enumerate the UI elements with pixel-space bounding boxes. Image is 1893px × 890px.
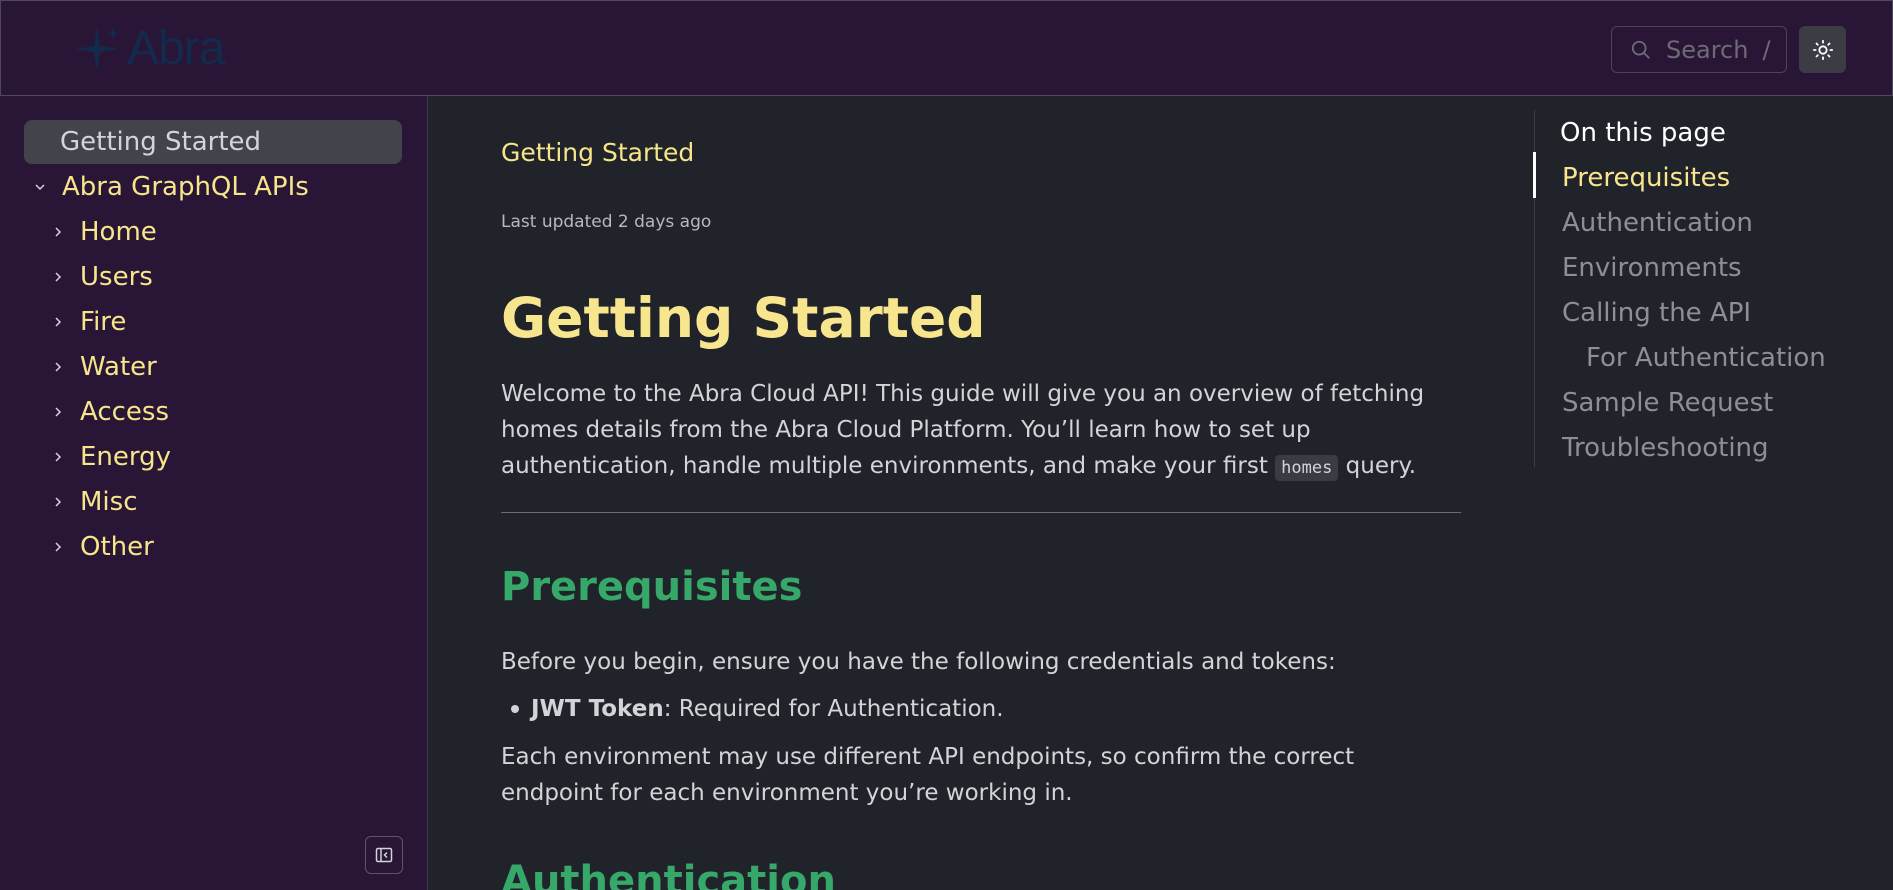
sun-icon [1812, 39, 1833, 60]
search-button[interactable]: Search / [1611, 26, 1787, 73]
search-icon [1631, 40, 1650, 59]
chevron-right-icon [48, 312, 68, 332]
sidebar-group-label: Abra GraphQL APIs [62, 172, 309, 202]
sidebar-item-label: Fire [80, 307, 127, 337]
breadcrumb[interactable]: Getting Started [501, 138, 694, 167]
intro-paragraph: Welcome to the Abra Cloud API! This guid… [501, 376, 1461, 486]
last-updated: Last updated 2 days ago [501, 212, 712, 232]
chevron-down-icon [30, 177, 50, 197]
search-shortcut: / [1762, 35, 1771, 64]
sidebar-item-label: Users [80, 262, 153, 292]
sidebar-item-access[interactable]: Access [48, 390, 169, 434]
chevron-right-icon [48, 492, 68, 512]
theme-toggle-button[interactable] [1799, 26, 1846, 73]
sidebar-item-label: Water [80, 352, 157, 382]
chevron-right-icon [48, 447, 68, 467]
prereq-paragraph: Before you begin, ensure you have the fo… [501, 649, 1336, 675]
toc-active-marker [1533, 152, 1536, 198]
sidebar-item-home[interactable]: Home [48, 210, 157, 254]
on-this-page-toc: On this page Prerequisites Authenticatio… [1533, 110, 1854, 467]
sidebar-item-getting-started[interactable]: Getting Started [24, 120, 402, 164]
sidebar-item-label: Other [80, 532, 154, 562]
search-placeholder: Search [1666, 35, 1749, 64]
chevron-right-icon [48, 222, 68, 242]
sidebar-item-misc[interactable]: Misc [48, 480, 138, 524]
bullet-dot [511, 705, 519, 713]
toc-item-sample-request[interactable]: Sample Request [1562, 388, 1773, 418]
abra-logo-icon [75, 27, 119, 71]
sidebar-item-energy[interactable]: Energy [48, 435, 171, 479]
inline-code: homes [1275, 455, 1339, 481]
chevron-right-icon [48, 357, 68, 377]
sidebar-item-label: Misc [80, 487, 138, 517]
sidebar-item-water[interactable]: Water [48, 345, 157, 389]
bullet-bold: JWT Token [531, 696, 664, 722]
sidebar-item-fire[interactable]: Fire [48, 300, 126, 344]
toc-item-authentication[interactable]: Authentication [1562, 208, 1753, 238]
chevron-right-icon [48, 537, 68, 557]
toc-item-for-authentication[interactable]: For Authentication [1586, 343, 1826, 373]
sidebar-item-label: Access [80, 397, 170, 427]
sidebar-item-label: Getting Started [60, 127, 262, 157]
top-header: Abra Search / [0, 0, 1893, 96]
sidebar-group-abra-graphql-apis[interactable]: Abra GraphQL APIs [30, 165, 309, 209]
toc-item-calling-the-api[interactable]: Calling the API [1562, 298, 1751, 328]
toc-item-troubleshooting[interactable]: Troubleshooting [1562, 433, 1769, 463]
intro-text-end: query. [1338, 453, 1417, 479]
toc-title: On this page [1560, 118, 1726, 148]
bullet-rest: : Required for Authentication. [663, 696, 1004, 722]
chevron-right-icon [48, 267, 68, 287]
sidebar: Getting Started Abra GraphQL APIs Home U… [0, 96, 428, 890]
logo[interactable]: Abra [69, 21, 225, 77]
section-heading-authentication: Authentication [501, 858, 836, 890]
divider [501, 512, 1461, 513]
sidebar-item-users[interactable]: Users [48, 255, 153, 299]
sidebar-item-label: Home [80, 217, 157, 247]
env-paragraph: Each environment may use different API e… [501, 744, 1355, 806]
toc-item-prerequisites[interactable]: Prerequisites [1562, 163, 1730, 193]
section-heading-prerequisites: Prerequisites [501, 564, 803, 610]
collapse-sidebar-icon [375, 847, 393, 863]
sidebar-item-other[interactable]: Other [48, 525, 154, 569]
chevron-right-icon [48, 402, 68, 422]
page-title: Getting Started [501, 286, 986, 350]
bullet-text: JWT Token: Required for Authentication. [531, 691, 1004, 727]
collapse-sidebar-button[interactable] [365, 836, 403, 874]
logo-text: Abra [127, 22, 225, 75]
sidebar-item-label: Energy [80, 442, 172, 472]
list-item: JWT Token: Required for Authentication. [511, 691, 1004, 727]
toc-item-environments[interactable]: Environments [1562, 253, 1742, 283]
